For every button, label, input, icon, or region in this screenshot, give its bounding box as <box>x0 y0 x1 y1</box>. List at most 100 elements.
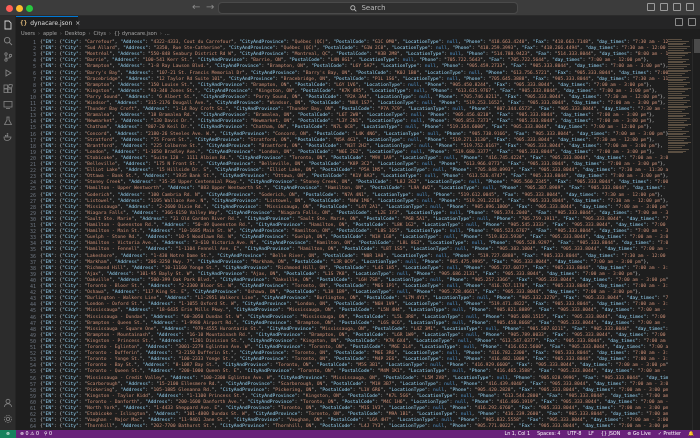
json-string-value: L6T 2W8 <box>338 113 359 119</box>
close-tab-icon[interactable]: × <box>75 20 80 27</box>
vertical-scrollbar[interactable] <box>692 39 700 430</box>
json-string-value: 905.456.0210 <box>455 113 489 119</box>
customize-layout-icon[interactable] <box>686 3 694 11</box>
json-string-value: 905.387.8989 <box>527 186 561 192</box>
json-string-value: Pickering, ON <box>275 387 312 393</box>
docker-icon[interactable] <box>3 132 13 142</box>
scrollbar-thumb[interactable] <box>694 39 700 53</box>
json-string-value: 7:00 am - 3:00 pm <box>610 162 658 167</box>
breadcrumb-item[interactable]: {} dynacare.json <box>114 31 157 37</box>
search-icon[interactable] <box>3 36 13 46</box>
command-center-search[interactable]: Search <box>218 2 518 14</box>
json-string-value: L3Y 2N1 <box>338 119 359 125</box>
json-string-value: 7:30 am - 11:30 am <box>621 168 668 174</box>
run-debug-icon[interactable] <box>3 68 13 78</box>
line-number: 48 <box>29 326 36 333</box>
json-string-value: 7:00 am - 3:00 pm <box>599 149 647 155</box>
line-number: 29 <box>29 210 36 217</box>
json-string-value: 613.544.2800 <box>505 393 539 399</box>
json-string-value: 1-1100 Princess St. <box>189 393 243 399</box>
breadcrumb-item[interactable]: Users <box>21 31 35 37</box>
json-string-value: Mississauga, ON <box>322 326 364 332</box>
more-actions-icon[interactable] <box>688 18 696 26</box>
json-string-value: 7:00 am - 3:00 pm <box>651 345 668 350</box>
line-number: 53 <box>29 357 36 364</box>
line-number: 47 <box>29 320 36 327</box>
back-arrow-icon[interactable]: ← <box>192 2 200 13</box>
toggle-primary-sidebar-icon[interactable] <box>647 3 655 11</box>
json-string-value: Mississauga, ON <box>266 204 309 210</box>
json-string-value: L1H 1B9 <box>325 290 345 296</box>
notifications-bell-icon[interactable]: 🔔 <box>688 432 694 437</box>
json-string-value: Toronto - Bay St. <box>87 363 135 369</box>
json-string-value: 1-1650 Bradley Ave. <box>145 149 198 155</box>
extensions-icon[interactable] <box>3 84 13 94</box>
chevron-right-icon: › <box>88 31 91 37</box>
code-text-area[interactable]: {"EN": {"City": "Carrefour", "Address": … <box>40 39 668 430</box>
json-string-value: Vaughan, ON <box>289 418 320 424</box>
tab-dynacare-json[interactable]: {} dynacare.json × <box>16 16 80 29</box>
json-string-value: 7:00 am - 12:00 pm <box>593 125 644 131</box>
zoom-window-button[interactable] <box>26 5 33 12</box>
go-live-button[interactable]: ⊚ Go Live <box>627 432 651 437</box>
json-string-value: 905.738.9166 <box>471 131 506 137</box>
split-editor-icon[interactable] <box>675 18 683 26</box>
json-string-value: 7:00 am - 3:00 pm <box>637 229 668 235</box>
close-window-button[interactable] <box>6 5 13 12</box>
json-string-value: London <box>87 149 104 155</box>
json-string-value: Brampton <box>87 64 110 70</box>
json-string-value: 905.333.8044 <box>552 155 586 161</box>
json-string-value: 175 N Front St. <box>156 162 198 167</box>
json-string-value: 905.333.8044 <box>535 131 569 137</box>
json-string-value: 7:00 am - 3:00 pm <box>632 235 668 241</box>
json-string-value: Burlington - Walkers Line <box>87 296 157 302</box>
json-string-value: N5A 4G1 <box>336 137 356 143</box>
json-string-value: Stratford, ON <box>250 137 287 143</box>
json-string-value: 416.439.4040 <box>488 381 522 387</box>
json-string-value: Mississauga <box>87 204 118 210</box>
account-icon[interactable] <box>3 398 13 408</box>
json-string-value: Brantford <box>87 143 112 149</box>
json-string-value: 7:00 am - 3:00 pm <box>640 320 666 326</box>
toggle-secondary-sidebar-icon[interactable] <box>673 3 681 11</box>
files-icon[interactable] <box>3 20 13 30</box>
forward-arrow-icon[interactable]: → <box>206 2 214 13</box>
line-number: 10 <box>29 94 36 101</box>
json-string-value: 905.333.8044 <box>560 320 594 326</box>
json-string-value: 550-848 Seabury District Rd W <box>150 52 231 58</box>
minimap[interactable] <box>668 39 692 159</box>
json-string-value: L5N 4H4 <box>380 308 400 314</box>
breadcrumb-item[interactable]: ... <box>165 31 170 37</box>
breadcrumb-item[interactable]: Desktop <box>65 31 86 37</box>
remote-indicator[interactable]: ⊗ <box>0 430 16 438</box>
breadcrumb-item[interactable]: apple <box>43 31 57 37</box>
cursor-position[interactable]: Ln 1, Col 1 <box>505 432 531 437</box>
json-string-value: L8T 1S5 <box>383 247 403 253</box>
breadcrumb-item[interactable]: Citys <box>94 31 106 37</box>
json-string-value: Concord <box>87 131 107 137</box>
source-control-icon[interactable] <box>3 52 13 62</box>
json-string-value: 3-610 Victoria Ave. N <box>195 241 254 247</box>
json-string-value: 7:00 am - 3:00 pm <box>640 369 666 375</box>
remote-explorer-icon[interactable] <box>3 100 13 110</box>
settings-gear-icon[interactable] <box>3 414 13 424</box>
code-editor[interactable]: 1 2 3 4 5 6 7 8 9 10 11 12 13 14 15 16 17 18 19 20 21 22 23 24 2… <box>16 39 700 430</box>
eol-status[interactable]: LF <box>588 432 593 437</box>
line-number: 60 <box>29 399 36 406</box>
indentation-status[interactable]: Spaces: 4 <box>537 432 560 437</box>
line-number: 38 <box>29 265 36 272</box>
language-mode[interactable]: {} JSON <box>601 432 620 437</box>
json-string-value: Brampton, ON <box>297 320 331 326</box>
testing-icon[interactable] <box>3 116 13 126</box>
line-number: 4 <box>32 58 36 65</box>
minimize-window-button[interactable] <box>16 5 23 12</box>
prettier-status[interactable]: ✓ Prettier <box>658 432 681 437</box>
problems-status[interactable]: ⊗ 0 ⚠ 0 <box>20 432 39 437</box>
encoding-status[interactable]: UTF-8 <box>567 432 581 437</box>
json-string-value: Toronto, ON <box>294 351 326 357</box>
json-string-value: P2A 3A4 <box>347 94 367 100</box>
ports-status[interactable]: ⚲ 0 <box>44 432 52 437</box>
toggle-panel-icon[interactable] <box>660 3 668 11</box>
editor-actions <box>675 18 696 26</box>
json-string-value: K7K 4R5 <box>341 88 362 94</box>
